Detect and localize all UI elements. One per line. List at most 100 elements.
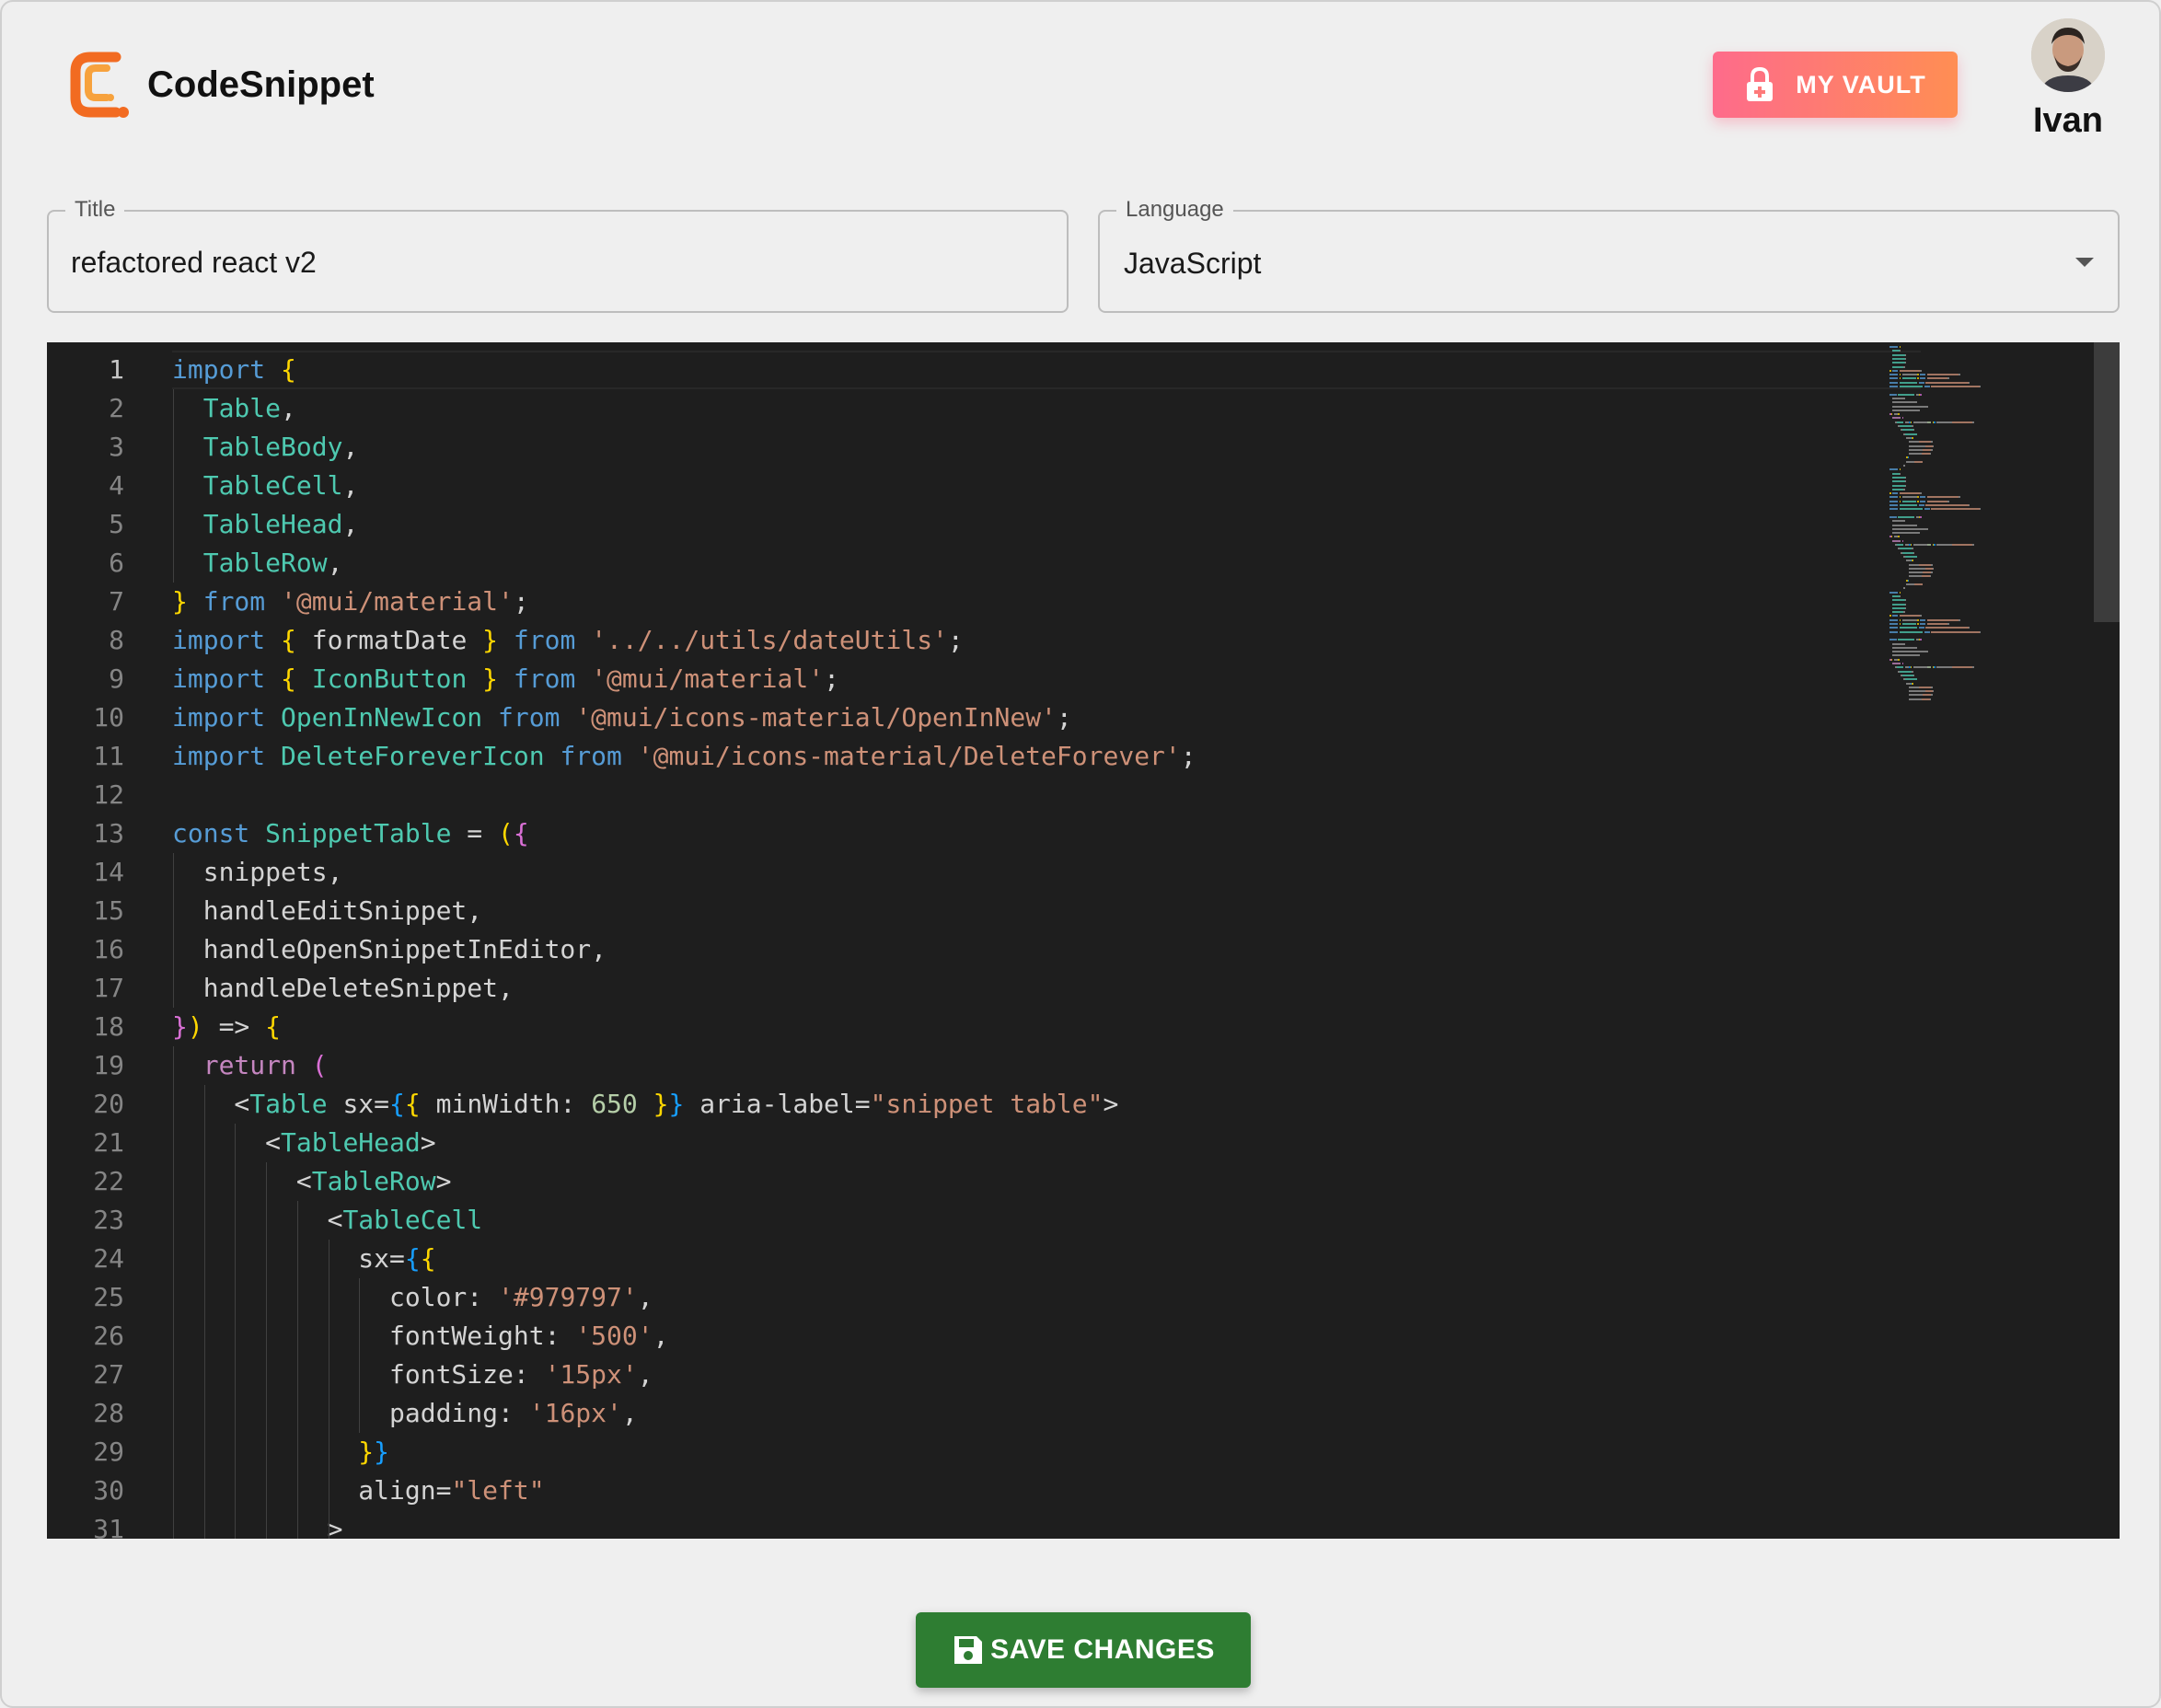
code-token: '500' [575,1321,653,1351]
editor-minimap[interactable] [1888,342,2072,729]
minimap-segment [1920,496,1925,499]
line-number: 21 [93,1127,124,1158]
indent-guide [173,1046,174,1539]
minimap-segment [1929,698,1931,700]
minimap-segment [1914,583,1923,585]
minimap-segment [1892,480,1905,483]
code-line: sx={{ [172,1240,435,1278]
language-select[interactable]: Language JavaScript [1098,197,2120,313]
minimap-segment [1899,670,1912,673]
minimap-segment [1920,500,1925,502]
code-token: < [172,1166,312,1196]
code-token: Table [202,393,282,423]
code-token: from [498,702,560,733]
title-field-label: Title [65,197,125,223]
code-line: TableCell, [172,467,359,505]
my-vault-button[interactable]: MY VAULT [1713,52,1958,118]
minimap-segment [1907,579,1909,582]
minimap-segment [1889,639,1897,641]
code-token: TableCell [202,470,343,501]
code-token: TableCell [342,1205,483,1235]
minimap-segment [1959,496,1960,499]
minimap-segment [1923,571,1931,574]
line-number: 12 [93,779,124,810]
code-line: } from '@mui/material'; [172,583,529,621]
editor-scroll-thumb[interactable] [2094,342,2120,622]
minimap-segment [1926,496,1959,499]
minimap-segment [1899,591,1901,594]
code-token: = [451,818,499,848]
minimap-segment [1921,453,1930,456]
minimap-segment [1913,421,1927,423]
minimap-segment [1904,606,1906,609]
minimap-segment [1912,670,1913,673]
save-changes-button[interactable]: SAVE CHANGES [916,1612,1251,1688]
brand[interactable]: CodeSnippet [68,50,375,120]
line-number: 3 [109,432,124,462]
title-field[interactable]: Title [47,197,1069,313]
line-number: 29 [93,1437,124,1467]
code-token: import [172,625,266,655]
minimap-segment [1926,377,1947,380]
code-token: color: [172,1282,499,1312]
code-editor[interactable]: 1 2 3 4 5 6 7 8 9 10 11 12 13 14 15 16 17 18 19 20 21 22 23 24 2… [47,342,2120,1539]
user-profile[interactable]: Ivan [2017,18,2119,141]
line-number: 14 [93,857,124,887]
minimap-segment [1901,674,1913,676]
code-content[interactable]: import { Table, TableBody, TableCell, Ta… [172,342,1921,1539]
app-name: CodeSnippet [147,63,375,105]
minimap-segment [1889,630,1898,633]
code-token: '15px' [544,1359,638,1390]
minimap-segment [1890,658,1892,661]
code-line: TableBody, [172,428,359,467]
language-selected-value: JavaScript [1124,247,1262,280]
minimap-segment [1947,377,1949,380]
avatar[interactable] [2031,18,2105,92]
minimap-segment [1892,405,1928,408]
code-line: import DeleteForeverIcon from '@mui/icon… [172,737,1196,776]
minimap-segment [1892,365,1903,368]
code-token: align= [172,1475,452,1506]
minimap-segment [1899,386,1923,387]
line-number: 24 [93,1243,124,1274]
line-number: 23 [93,1205,124,1235]
code-line: fontWeight: '500', [172,1317,668,1356]
minimap-segment [1917,496,1919,499]
line-number: 27 [93,1359,124,1390]
minimap-segment [1904,362,1906,364]
title-input[interactable] [71,239,1037,285]
user-name: Ivan [2032,101,2104,140]
code-token: , [342,509,359,539]
minimap-segment [1889,377,1898,380]
editor-scrollbar[interactable] [2094,342,2120,1539]
code-token: ; [513,586,529,617]
code-token: { [389,1089,405,1119]
minimap-segment [1892,603,1905,606]
code-token: TableBody [202,432,343,462]
line-number: 4 [109,470,124,501]
minimap-segment [1899,472,1901,475]
minimap-segment [1920,374,1925,376]
code-token: from [513,664,576,694]
minimap-segment [1979,630,1981,633]
minimap-segment [1892,646,1917,649]
code-token: { [265,1011,282,1042]
minimap-segment [1899,346,1901,348]
code-token: , [637,1359,653,1390]
minimap-segment [1899,630,1923,633]
code-token: import [172,354,266,385]
line-number: 13 [93,818,124,848]
code-token: aria-label= [684,1089,871,1119]
minimap-segment [1913,551,1914,554]
minimap-segment [1892,357,1905,360]
code-token: '#979797' [498,1282,638,1312]
code-token: } [653,1089,669,1119]
code-token: handleDeleteSnippet, [172,973,514,1003]
code-line: fontSize: '15px', [172,1356,653,1394]
